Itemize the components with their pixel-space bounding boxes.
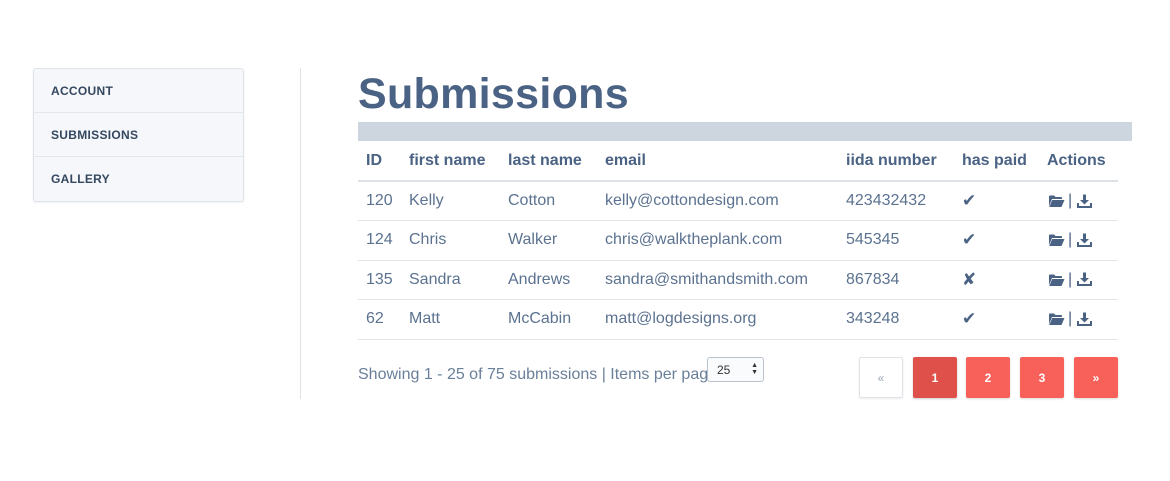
cell-actions: | bbox=[1039, 220, 1118, 261]
action-separator: | bbox=[1068, 231, 1073, 249]
header-email[interactable]: email bbox=[597, 141, 838, 182]
header-last-name[interactable]: last name bbox=[500, 141, 597, 182]
vertical-divider bbox=[300, 68, 301, 399]
download-icon[interactable] bbox=[1075, 272, 1093, 288]
folder-open-icon[interactable] bbox=[1047, 311, 1065, 327]
table-row: 62 Matt McCabin matt@logdesigns.org 343248 ✔ | bbox=[358, 299, 1118, 340]
action-separator: | bbox=[1068, 192, 1073, 209]
pagination-page-3[interactable]: 3 bbox=[1020, 357, 1064, 398]
cell-iida-number: 423432432 bbox=[838, 181, 954, 221]
folder-open-icon[interactable] bbox=[1047, 193, 1065, 209]
submissions-table: ID first name last name email iida numbe… bbox=[358, 141, 1118, 340]
pagination-page-1[interactable]: 1 bbox=[913, 357, 957, 398]
cell-first-name: Chris bbox=[401, 220, 500, 261]
cell-iida-number: 867834 bbox=[838, 260, 954, 300]
cell-id: 135 bbox=[358, 260, 401, 300]
select-arrows-icon: ▲ ▼ bbox=[751, 362, 758, 376]
table-row: 120 Kelly Cotton kelly@cottondesign.com 4234… bbox=[358, 181, 1118, 221]
sidebar-item-account[interactable]: ACCOUNT bbox=[34, 69, 243, 113]
items-per-page-select[interactable]: 25 ▲ ▼ bbox=[707, 357, 764, 382]
showing-text: Showing 1 - 25 of 75 submissions | Items… bbox=[358, 366, 718, 383]
header-iida-number[interactable]: iida number bbox=[838, 141, 954, 182]
cell-last-name: Cotton bbox=[500, 181, 597, 221]
cell-email: chris@walktheplank.com bbox=[597, 220, 838, 261]
folder-open-icon[interactable] bbox=[1047, 232, 1065, 248]
download-icon[interactable] bbox=[1075, 193, 1093, 209]
table-row: 135 Sandra Andrews sandra@smithandsmith.com… bbox=[358, 260, 1118, 300]
pagination-next-button[interactable]: » bbox=[1074, 357, 1118, 398]
check-icon: ✔ bbox=[962, 191, 977, 210]
cell-has-paid: ✘ bbox=[954, 260, 1039, 300]
cell-first-name: Kelly bbox=[401, 181, 500, 221]
cell-id: 120 bbox=[358, 181, 401, 221]
action-separator: | bbox=[1068, 310, 1073, 328]
cell-actions: | bbox=[1039, 260, 1118, 300]
cell-email: sandra@smithandsmith.com bbox=[597, 260, 838, 300]
check-icon: ✔ bbox=[962, 230, 977, 250]
pagination-prev-button[interactable]: « bbox=[859, 357, 903, 398]
cell-email: kelly@cottondesign.com bbox=[597, 181, 838, 221]
cell-iida-number: 545345 bbox=[838, 220, 954, 261]
cell-first-name: Sandra bbox=[401, 260, 500, 300]
header-has-paid[interactable]: has paid bbox=[954, 141, 1039, 182]
cross-icon: ✘ bbox=[962, 269, 977, 289]
download-icon[interactable] bbox=[1075, 311, 1093, 327]
sidebar-item-gallery[interactable]: GALLERY bbox=[34, 157, 243, 201]
page-title: Submissions bbox=[358, 70, 629, 118]
table-row: 124 Chris Walker chris@walktheplank.com 5453… bbox=[358, 220, 1118, 261]
table-header-row: ID first name last name email iida numbe… bbox=[358, 141, 1118, 182]
header-first-name[interactable]: first name bbox=[401, 141, 500, 182]
title-underline-bar bbox=[358, 122, 1132, 141]
cell-id: 62 bbox=[358, 299, 401, 340]
download-icon[interactable] bbox=[1075, 232, 1093, 248]
sidebar-item-submissions[interactable]: SUBMISSIONS bbox=[34, 113, 243, 157]
folder-open-icon[interactable] bbox=[1047, 272, 1065, 288]
cell-has-paid: ✔ bbox=[954, 220, 1039, 261]
cell-actions: | bbox=[1039, 181, 1118, 221]
cell-first-name: Matt bbox=[401, 299, 500, 340]
cell-actions: | bbox=[1039, 299, 1118, 340]
items-per-page-value: 25 bbox=[717, 362, 731, 377]
check-icon: ✔ bbox=[962, 309, 977, 329]
cell-last-name: Walker bbox=[500, 220, 597, 261]
cell-id: 124 bbox=[358, 220, 401, 261]
cell-has-paid: ✔ bbox=[954, 181, 1039, 221]
header-id[interactable]: ID bbox=[358, 141, 401, 182]
showing-summary: Showing 1 - 25 of 75 submissions | Items… bbox=[358, 366, 717, 384]
header-actions: Actions bbox=[1039, 141, 1118, 182]
cell-has-paid: ✔ bbox=[954, 299, 1039, 340]
pagination-page-2[interactable]: 2 bbox=[966, 357, 1010, 398]
cell-email: matt@logdesigns.org bbox=[597, 299, 838, 340]
action-separator: | bbox=[1068, 270, 1073, 288]
cell-iida-number: 343248 bbox=[838, 299, 954, 340]
cell-last-name: Andrews bbox=[500, 260, 597, 300]
cell-last-name: McCabin bbox=[500, 299, 597, 340]
sidebar-nav: ACCOUNT SUBMISSIONS GALLERY bbox=[33, 68, 244, 202]
